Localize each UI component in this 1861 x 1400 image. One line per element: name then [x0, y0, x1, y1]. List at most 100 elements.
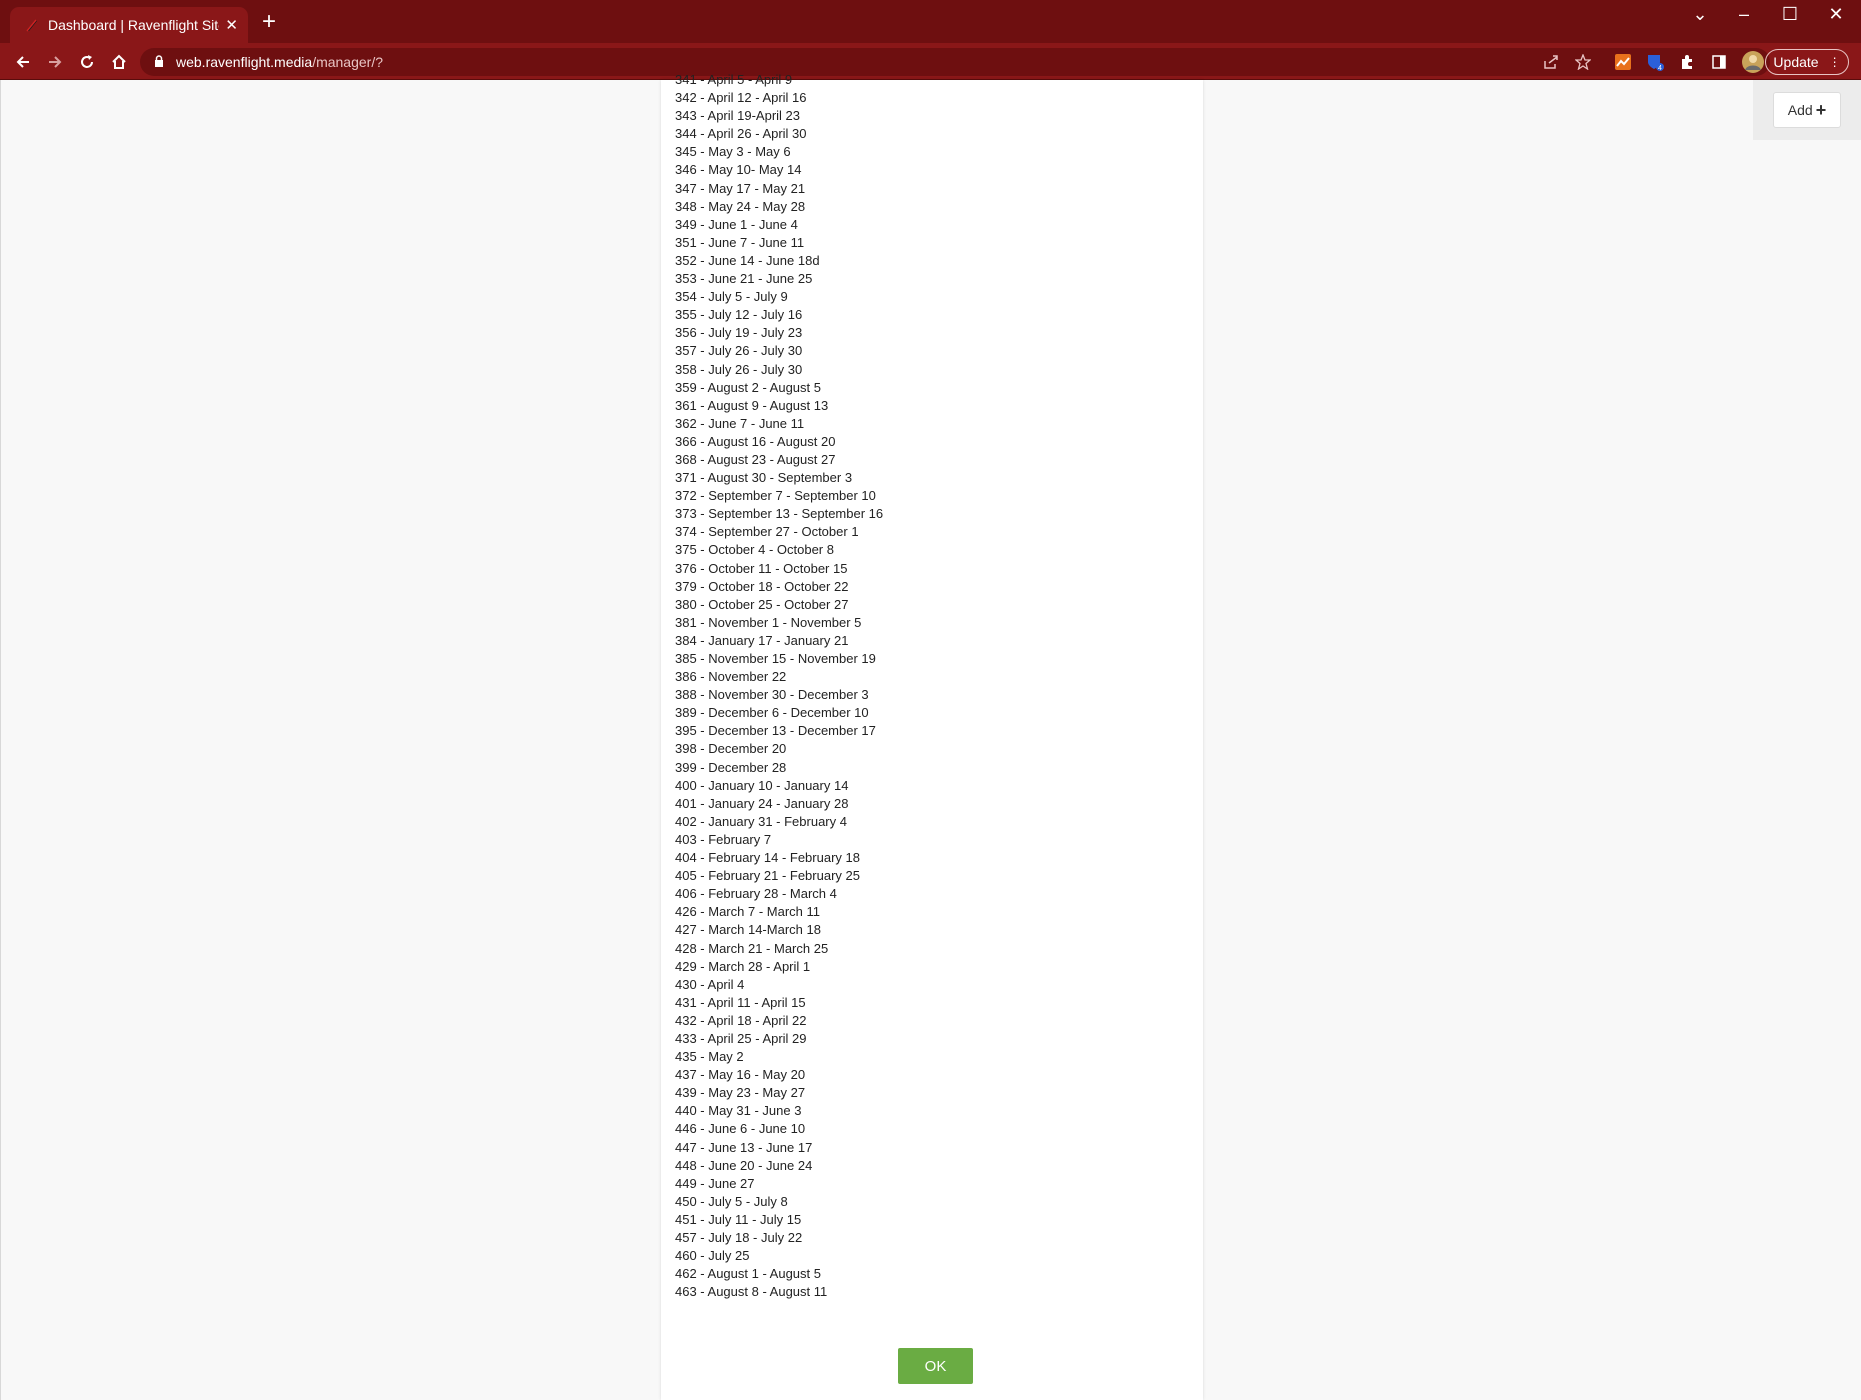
list-item: 398 - December 20 [675, 741, 787, 757]
analytics-extension-icon[interactable] [1614, 53, 1632, 71]
lock-icon[interactable] [154, 54, 164, 70]
ok-button[interactable]: OK [898, 1348, 973, 1384]
list-item: 357 - July 26 - July 30 [675, 343, 803, 359]
list-item: 342 - April 12 - April 16 [675, 90, 807, 106]
list-item: 426 - March 7 - March 11 [675, 904, 820, 920]
close-tab-icon[interactable]: ✕ [225, 16, 238, 34]
add-button[interactable]: Add + [1773, 92, 1841, 128]
list-item: 446 - June 6 - June 10 [675, 1121, 806, 1137]
list-item: 389 - December 6 - December 10 [675, 705, 869, 721]
list-item: 405 - February 21 - February 25 [675, 868, 860, 884]
list-item: 343 - April 19-April 23 [675, 108, 801, 124]
feather-icon [26, 19, 37, 32]
svg-text:4: 4 [1658, 65, 1662, 71]
list-item: 345 - May 3 - May 6 [675, 144, 791, 160]
list-item: 430 - April 4 [675, 976, 745, 992]
list-item: 348 - May 24 - May 28 [675, 198, 806, 214]
list-item: 435 - May 2 [675, 1049, 744, 1065]
modal-dialog: 341 - April 5 - April 9 342 - April 12 - … [661, 72, 1203, 1400]
url-path: /manager/? [312, 54, 384, 70]
list-item: 380 - October 25 - October 27 [675, 596, 849, 612]
minimize-icon[interactable]: – [1724, 4, 1764, 25]
list-item: 353 - June 21 - June 25 [675, 271, 813, 287]
list-item: 354 - July 5 - July 9 [675, 289, 788, 305]
list-item: 346 - May 10- May 14 [675, 162, 802, 178]
home-icon[interactable] [106, 49, 132, 75]
list-item: 352 - June 14 - June 18d [675, 252, 820, 268]
maximize-icon[interactable]: ☐ [1770, 4, 1810, 25]
list-item: 401 - January 24 - January 28 [675, 795, 849, 811]
list-item: 368 - August 23 - August 27 [675, 451, 836, 467]
list-item: 403 - February 7 [675, 831, 772, 847]
list-item: 359 - August 2 - August 5 [675, 379, 821, 395]
list-item: 381 - November 1 - November 5 [675, 614, 862, 630]
list-item: 439 - May 23 - May 27 [675, 1085, 806, 1101]
list-item: 347 - May 17 - May 21 [675, 180, 806, 196]
url-host: web.ravenflight.media [176, 54, 313, 70]
new-tab-icon[interactable]: + [262, 10, 276, 34]
list-item: 427 - March 14-March 18 [675, 922, 821, 938]
list-item: 384 - January 17 - January 21 [675, 632, 849, 648]
list-item: 460 - July 25 [675, 1248, 750, 1264]
list-item: 356 - July 19 - July 23 [675, 325, 803, 341]
list-item: 451 - July 11 - July 15 [675, 1211, 802, 1227]
list-item: 355 - July 12 - July 16 [675, 307, 803, 323]
add-label: Add [1787, 102, 1813, 118]
back-icon[interactable] [10, 49, 36, 75]
list-item: 428 - March 21 - March 25 [675, 940, 829, 956]
tab-title: Dashboard | Ravenflight Site Mar [48, 17, 219, 33]
list-item: 433 - April 25 - April 29 [675, 1030, 807, 1046]
list-item: 448 - June 20 - June 24 [675, 1157, 813, 1173]
list-item: 395 - December 13 - December 17 [675, 723, 876, 739]
page-content: 341 - April 5 - April 9 342 - April 12 - … [0, 72, 1861, 1400]
list-item: 386 - November 22 [675, 669, 787, 685]
list-item: 457 - July 18 - July 22 [675, 1230, 803, 1245]
list-item: 385 - November 15 - November 19 [675, 651, 876, 666]
browser-toolbar: web.ravenflight.media/manager/? 4 Update… [0, 43, 1861, 80]
list-item: 358 - July 26 - July 30 [675, 361, 803, 377]
list-item: 371 - August 30 - September 3 [675, 470, 853, 486]
browser-titlebar: Dashboard | Ravenflight Site Mar ✕ + ⌄ –… [0, 0, 1861, 43]
browser-tab[interactable]: Dashboard | Ravenflight Site Mar ✕ [10, 7, 248, 43]
list-item: 379 - October 18 - October 22 [675, 578, 849, 594]
list-item: 351 - June 7 - June 11 [675, 234, 805, 250]
list-item: 399 - December 28 [675, 759, 787, 775]
item-list: 341 - April 5 - April 9 342 - April 12 - … [675, 71, 883, 1301]
forward-icon[interactable] [42, 49, 68, 75]
list-item: 402 - January 31 - February 4 [675, 813, 847, 829]
side-panel-icon[interactable] [1710, 53, 1728, 71]
list-item: 450 - July 5 - July 8 [675, 1193, 788, 1209]
tab-search-icon[interactable]: ⌄ [1680, 4, 1720, 25]
profile-avatar[interactable] [1742, 51, 1764, 73]
list-item: 361 - August 9 - August 13 [675, 397, 829, 413]
plus-icon: + [1815, 99, 1827, 120]
list-item: 429 - March 28 - April 1 [675, 958, 811, 974]
list-item: 400 - January 10 - January 14 [675, 777, 849, 793]
list-item: 406 - February 28 - March 4 [675, 886, 837, 902]
list-item: 362 - June 7 - June 11 [675, 415, 805, 431]
address-bar[interactable]: web.ravenflight.media/manager/? [140, 48, 1770, 76]
list-item: 341 - April 5 - April 9 [675, 72, 793, 87]
list-item: 449 - June 27 [675, 1175, 755, 1191]
list-item: 375 - October 4 - October 8 [675, 542, 834, 558]
list-item: 431 - April 11 - April 15 [675, 994, 806, 1010]
update-button[interactable]: Update ⋮ [1765, 49, 1849, 75]
shield-extension-icon[interactable]: 4 [1646, 53, 1664, 71]
list-item: 376 - October 11 - October 15 [675, 560, 848, 576]
extensions-puzzle-icon[interactable] [1678, 53, 1696, 71]
list-item: 447 - June 13 - June 17 [675, 1139, 813, 1155]
list-item: 374 - September 27 - October 1 [675, 524, 859, 540]
share-icon[interactable] [1542, 53, 1560, 71]
more-menu-icon[interactable]: ⋮ [1829, 55, 1841, 69]
list-item: 349 - June 1 - June 4 [675, 216, 798, 232]
list-item: 344 - April 26 - April 30 [675, 126, 807, 142]
list-item: 462 - August 1 - August 5 [675, 1266, 821, 1282]
list-item: 404 - February 14 - February 18 [675, 850, 860, 866]
list-item: 373 - September 13 - September 16 [675, 506, 884, 522]
close-window-icon[interactable]: ✕ [1816, 4, 1856, 25]
list-item: 372 - September 7 - September 10 [675, 488, 876, 504]
list-item: 463 - August 8 - August 11 [675, 1284, 828, 1300]
reload-icon[interactable] [74, 49, 100, 75]
bookmark-star-icon[interactable] [1574, 53, 1592, 71]
list-item: 366 - August 16 - August 20 [675, 433, 836, 449]
